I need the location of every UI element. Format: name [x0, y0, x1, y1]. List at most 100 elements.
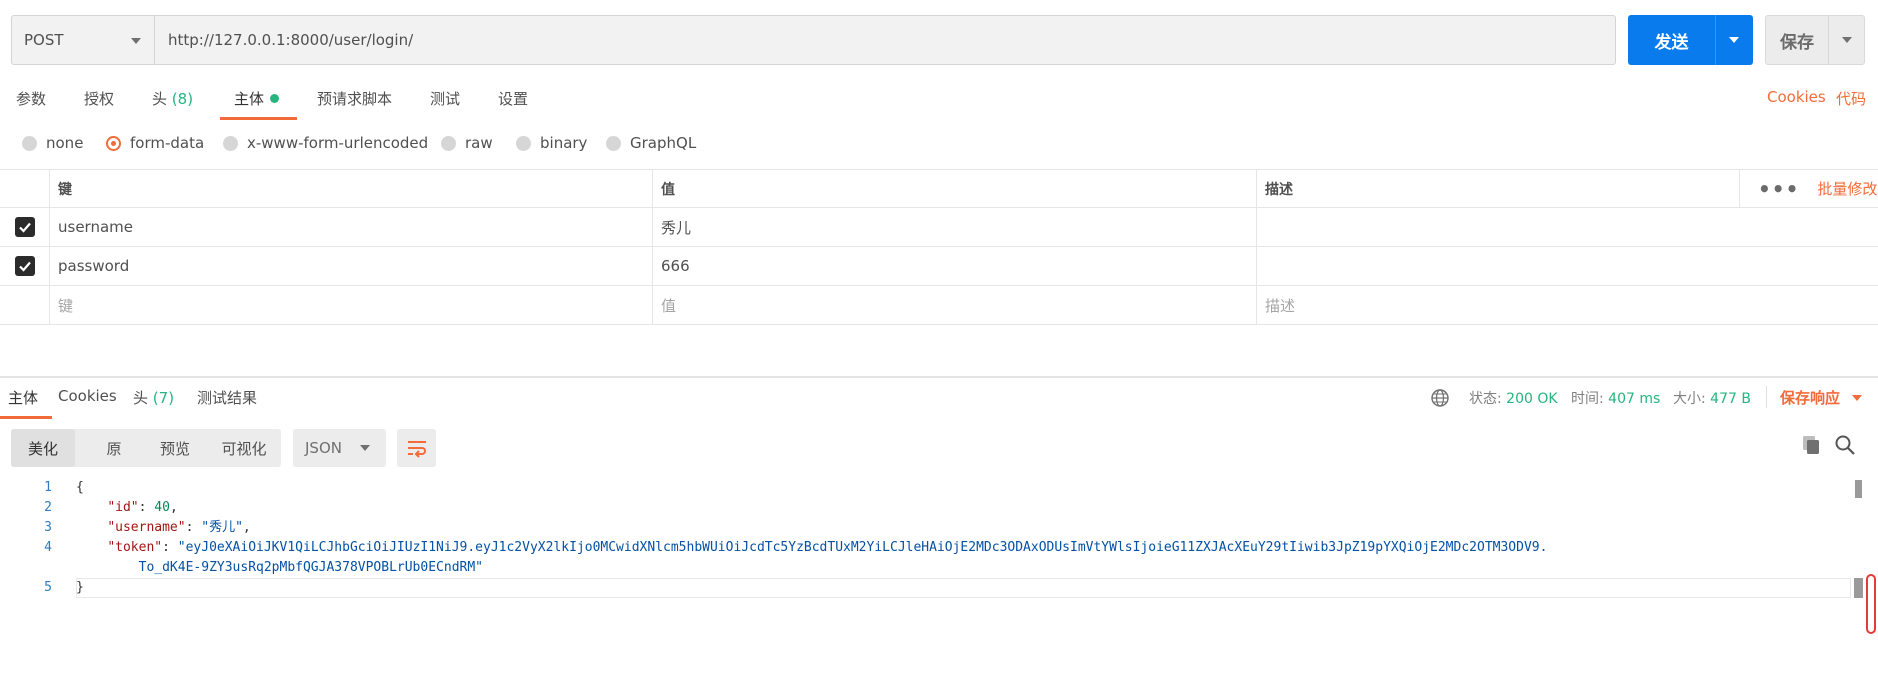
send-button[interactable]: 发送	[1628, 15, 1715, 65]
radio-graphql[interactable]: GraphQL	[606, 134, 696, 152]
tab-auth[interactable]: 授权	[84, 88, 114, 120]
column-header-value: 值	[652, 170, 1256, 207]
send-button-group: 发送	[1628, 15, 1753, 65]
save-options-button[interactable]	[1828, 16, 1864, 64]
panel-divider[interactable]	[0, 376, 1878, 378]
checkmark-icon	[18, 222, 31, 233]
tab-headers[interactable]: 头 (8)	[152, 88, 193, 120]
radio-label: raw	[465, 134, 493, 152]
wrap-lines-icon	[407, 441, 426, 458]
description-input[interactable]: 描述	[1256, 286, 1739, 324]
tab-settings[interactable]: 设置	[498, 88, 528, 120]
more-options-icon[interactable]: •••	[1758, 177, 1799, 201]
response-tab-test-results[interactable]: 测试结果	[197, 387, 257, 418]
save-response-button[interactable]: 保存响应	[1780, 387, 1840, 408]
radio-raw[interactable]: raw	[441, 134, 493, 152]
radio-circle-icon	[441, 135, 456, 151]
json-key: "username"	[107, 520, 186, 535]
radio-binary[interactable]: binary	[516, 134, 587, 152]
description-cell[interactable]	[1256, 208, 1739, 246]
checkmark-icon	[18, 261, 31, 272]
key-input[interactable]: 键	[49, 286, 652, 324]
row-checkbox[interactable]	[14, 256, 35, 276]
tab-prescript[interactable]: 预请求脚本	[317, 88, 392, 120]
size-value: 477 B	[1710, 391, 1751, 407]
code-line: "username": "秀儿",	[107, 520, 251, 535]
brace: }	[76, 580, 84, 595]
radio-label: form-data	[130, 134, 205, 152]
json-key: "token"	[107, 540, 163, 555]
json-string: To_dK4E-9ZY3usRq2pMbfQGJA378VPOBLrUb0ECn…	[138, 560, 483, 575]
tab-params[interactable]: 参数	[16, 88, 46, 120]
tab-body[interactable]: 主体	[219, 88, 298, 120]
chevron-down-icon	[1842, 37, 1852, 43]
view-visualize-button[interactable]: 可视化	[207, 429, 281, 467]
radio-label: GraphQL	[630, 134, 697, 152]
view-mode-bar: 美化 原 预览 可视化	[11, 429, 281, 467]
radio-circle-icon	[516, 135, 531, 151]
line-number: 3	[44, 520, 52, 535]
line-number: 4	[44, 540, 52, 555]
radio-circle-icon	[223, 135, 238, 151]
table-header-row: 键 值 描述 ••• 批量修改	[0, 170, 1878, 208]
wrap-lines-button[interactable]	[397, 429, 436, 467]
tab-tests[interactable]: 测试	[430, 88, 460, 120]
save-button[interactable]: 保存	[1766, 16, 1828, 64]
key-cell[interactable]: username	[49, 208, 652, 246]
view-preview-button[interactable]: 预览	[145, 429, 205, 467]
form-data-table: 键 值 描述 ••• 批量修改 username 秀儿 password 666	[0, 169, 1878, 325]
response-body-editor[interactable]: 1 2 3 4 5 { "id": 40, "username": "秀儿", …	[0, 478, 1878, 686]
code-link[interactable]: 代码	[1836, 88, 1866, 109]
status-indicator: 状态: 200 OK	[1469, 388, 1558, 408]
view-pretty-button[interactable]: 美化	[11, 429, 75, 467]
radio-x-www-form-urlencoded[interactable]: x-www-form-urlencoded	[223, 134, 428, 152]
line-number: 1	[44, 480, 52, 495]
format-select[interactable]: JSON	[293, 429, 386, 467]
url-input[interactable]: http://127.0.0.1:8000/user/login/	[155, 16, 1615, 64]
value-cell[interactable]: 秀儿	[652, 208, 1256, 246]
key-cell[interactable]: password	[49, 247, 652, 285]
chevron-down-icon	[131, 38, 141, 44]
radio-circle-icon	[22, 135, 37, 151]
status-value: 200 OK	[1506, 391, 1558, 407]
size-indicator: 大小: 477 B	[1673, 388, 1751, 408]
scrollbar-thumb[interactable]	[1855, 480, 1862, 498]
radio-none[interactable]: none	[22, 134, 83, 152]
globe-icon[interactable]	[1430, 388, 1450, 408]
bulk-edit-link[interactable]: 批量修改	[1817, 178, 1877, 199]
response-tab-headers-label: 头	[133, 389, 149, 407]
tab-headers-label: 头	[152, 90, 168, 108]
method-select[interactable]: POST	[12, 16, 155, 64]
response-tab-cookies[interactable]: Cookies	[58, 387, 117, 418]
value-input[interactable]: 值	[652, 286, 1256, 324]
row-checkbox[interactable]	[14, 217, 35, 237]
chevron-down-icon	[360, 445, 370, 451]
send-options-button[interactable]	[1715, 15, 1753, 65]
view-raw-button[interactable]: 原	[83, 429, 145, 467]
code-line: "token": "eyJ0eXAiOiJKV1QiLCJhbGciOiJIUz…	[107, 540, 1548, 555]
time-value: 407 ms	[1608, 391, 1661, 407]
radio-form-data[interactable]: form-data	[106, 134, 204, 152]
save-button-group: 保存	[1765, 15, 1865, 65]
json-string: "秀儿"	[201, 520, 243, 535]
body-type-radios: none form-data x-www-form-urlencoded raw…	[0, 134, 800, 154]
response-tab-body[interactable]: 主体	[0, 387, 53, 419]
code-line: {	[76, 478, 84, 498]
search-icon[interactable]	[1834, 434, 1856, 456]
scrollbar-track-highlight[interactable]	[1866, 574, 1876, 634]
radio-circle-icon	[606, 135, 621, 151]
table-row: password 666	[0, 247, 1878, 286]
tab-headers-count: (8)	[171, 90, 194, 108]
method-label: POST	[24, 31, 64, 49]
copy-icon[interactable]	[1800, 434, 1822, 456]
table-row-new: 键 值 描述	[0, 286, 1878, 325]
radio-label: none	[46, 134, 84, 152]
time-indicator: 时间: 407 ms	[1571, 388, 1660, 408]
cookies-link[interactable]: Cookies	[1767, 88, 1826, 106]
chevron-down-icon	[1729, 37, 1739, 43]
description-cell[interactable]	[1256, 247, 1739, 285]
chevron-down-icon[interactable]	[1852, 395, 1862, 401]
response-tabs: 主体 Cookies 头 (7) 测试结果 状态: 200 OK 时间: 407…	[0, 386, 1878, 419]
value-cell[interactable]: 666	[652, 247, 1256, 285]
response-tab-headers[interactable]: 头 (7)	[133, 387, 174, 418]
